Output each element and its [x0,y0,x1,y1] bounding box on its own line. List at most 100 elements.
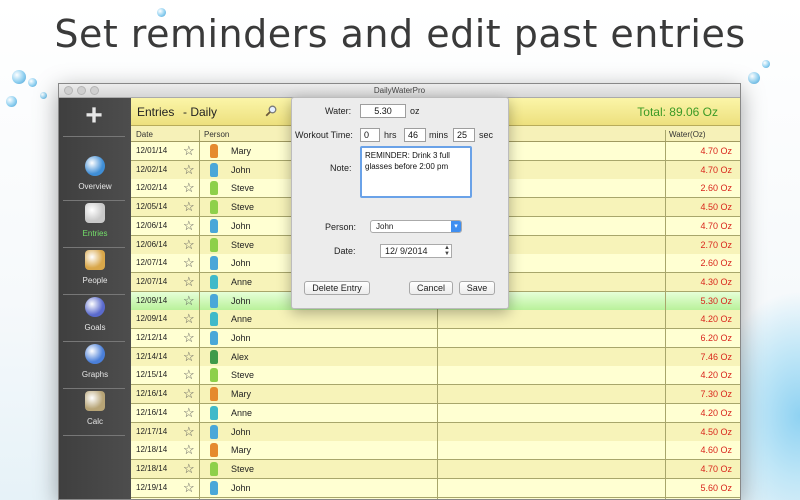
sidebar-item-entries[interactable]: Entries [59,203,131,249]
star-icon[interactable]: ☆ [183,255,195,271]
headline: Set reminders and edit past entries [54,12,746,56]
edit-entry-popover: Water: oz Workout Time: hrs mins sec Not… [291,97,509,309]
add-entry-button[interactable]: + [83,101,105,131]
table-row[interactable]: 12/18/14 ☆ Mary 4.60 Oz [131,441,740,461]
row-person: Anne [231,276,253,287]
date-picker[interactable]: 12/ 9/2014 ▲ ▼ [380,244,452,258]
star-icon[interactable]: ☆ [183,386,195,402]
person-avatar-icon [210,218,218,233]
row-water: 2.70 Oz [700,239,732,250]
water-label: Water: [325,106,352,116]
star-icon[interactable]: ☆ [183,461,195,477]
table-row[interactable]: 12/18/14 ☆ Steve 4.70 Oz [131,459,740,479]
sidebar-divider [63,388,125,389]
star-icon[interactable]: ☆ [183,424,195,440]
sidebar-item-graphs[interactable]: Graphs [59,344,131,390]
hours-unit: hrs [384,130,397,140]
table-row[interactable]: 12/12/14 ☆ John 6.20 Oz [131,329,740,348]
row-water: 2.60 Oz [700,183,732,194]
minutes-input[interactable] [404,128,426,142]
save-button[interactable]: Save [459,281,495,295]
weightlifter-icon [85,250,105,270]
zoom-window-button[interactable] [90,86,99,95]
delete-entry-button[interactable]: Delete Entry [304,281,370,295]
sidebar-divider [63,136,125,137]
sidebar-divider [63,435,125,436]
row-water: 4.70 Oz [700,463,732,474]
person-select[interactable]: John ▾ [370,220,462,233]
star-icon[interactable]: ☆ [183,199,195,215]
stepper-icon[interactable]: ▲ ▼ [444,245,450,257]
sidebar-item-label: Goals [84,323,106,332]
star-icon[interactable]: ☆ [183,162,195,178]
hours-input[interactable] [360,128,380,142]
star-icon[interactable]: ☆ [183,180,195,196]
person-avatar-icon [210,368,218,383]
star-icon[interactable]: ☆ [183,274,195,290]
row-water: 4.20 Oz [700,407,732,418]
star-icon[interactable]: ☆ [183,311,195,327]
star-icon[interactable]: ☆ [183,349,195,365]
sidebar-item-label: Graphs [81,370,109,379]
star-icon[interactable]: ☆ [183,143,195,159]
row-date: 12/18/14 [136,445,168,455]
row-person: John [231,426,251,437]
calculator-icon [85,391,105,411]
note-textarea[interactable]: REMINDER: Drink 3 full glasses before 2:… [360,146,472,198]
row-water: 6.20 Oz [700,333,732,343]
search-icon[interactable] [265,105,277,117]
star-icon[interactable]: ☆ [183,330,195,346]
row-date: 12/02/14 [136,164,168,174]
row-person: Mary [231,146,251,156]
row-date: 12/09/14 [136,295,168,305]
person-avatar-icon [210,443,218,458]
row-date: 12/06/14 [136,220,168,230]
table-row[interactable]: 12/16/14 ☆ Mary 7.30 Oz [131,385,740,405]
chevron-updown-icon: ▾ [451,221,461,232]
column-divider [665,142,666,499]
row-date: 12/05/14 [136,202,168,212]
table-row[interactable]: 12/09/14 ☆ Anne 4.20 Oz [131,310,740,330]
water-input[interactable] [360,104,406,118]
person-avatar-icon [210,461,218,476]
sidebar-item-goals[interactable]: Goals [59,297,131,343]
table-row[interactable]: 12/17/14 ☆ John 4.50 Oz [131,422,740,442]
column-date[interactable]: Date [136,130,153,139]
table-row[interactable]: 12/19/14 ☆ John 5.60 Oz [131,478,740,498]
person-avatar-icon [210,480,218,495]
person-avatar-icon [210,424,218,439]
table-row[interactable]: 12/15/14 ☆ Steve 4.20 Oz [131,366,740,386]
minimize-window-button[interactable] [77,86,86,95]
date-value: 12/ 9/2014 [385,246,428,256]
page-title: Entries [137,105,175,119]
star-icon[interactable]: ☆ [183,237,195,253]
star-icon[interactable]: ☆ [183,367,195,383]
seconds-input[interactable] [453,128,475,142]
row-water: 4.20 Oz [700,370,732,381]
table-row[interactable]: 12/16/14 ☆ Anne 4.20 Oz [131,403,740,423]
column-person[interactable]: Person [204,130,229,139]
cancel-button[interactable]: Cancel [409,281,453,295]
star-icon[interactable]: ☆ [183,405,195,421]
sidebar-divider [63,341,125,342]
person-avatar-icon [210,293,218,308]
star-icon[interactable]: ☆ [183,293,195,309]
minutes-unit: mins [429,130,449,140]
title-bar[interactable]: DailyWaterPro [59,84,740,98]
note-label: Note: [330,163,352,173]
row-date: 12/16/14 [136,389,168,399]
sidebar-item-calc[interactable]: Calc [59,391,131,437]
star-icon[interactable]: ☆ [183,442,195,458]
row-water: 7.46 Oz [700,351,732,362]
column-water[interactable]: Water(Oz) [669,130,706,139]
table-row[interactable]: 12/14/14 ☆ Alex 7.46 Oz [131,347,740,367]
row-water: 4.50 Oz [700,426,732,437]
sidebar-item-overview[interactable]: Overview [59,156,131,202]
star-icon[interactable]: ☆ [183,218,195,234]
person-avatar-icon [210,144,218,158]
sidebar-item-people[interactable]: People [59,250,131,296]
person-avatar-icon [210,162,218,177]
row-date: 12/16/14 [136,407,168,417]
star-icon[interactable]: ☆ [183,480,195,496]
close-window-button[interactable] [64,86,73,95]
